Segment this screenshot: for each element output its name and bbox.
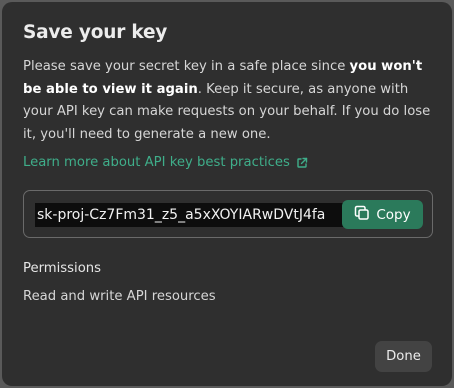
learn-more-link[interactable]: Learn more about API key best practices [23, 155, 308, 170]
dialog-title: Save your key [23, 22, 168, 43]
save-key-dialog: Save your key Please save your secret ke… [2, 2, 452, 386]
external-link-icon [296, 157, 308, 169]
dialog-description: Please save your secret key in a safe pl… [23, 56, 433, 146]
done-button[interactable]: Done [375, 341, 432, 372]
done-button-label: Done [386, 349, 421, 364]
secret-key-container: Copy [23, 190, 433, 238]
copy-button[interactable]: Copy [342, 200, 423, 229]
permissions-heading: Permissions [23, 261, 101, 276]
description-text-start: Please save your secret key in a safe pl… [23, 59, 350, 74]
secret-key-field[interactable] [35, 203, 359, 227]
learn-more-label: Learn more about API key best practices [23, 155, 290, 170]
copy-button-label: Copy [376, 206, 411, 223]
permissions-value: Read and write API resources [23, 289, 216, 304]
copy-icon [354, 205, 370, 225]
